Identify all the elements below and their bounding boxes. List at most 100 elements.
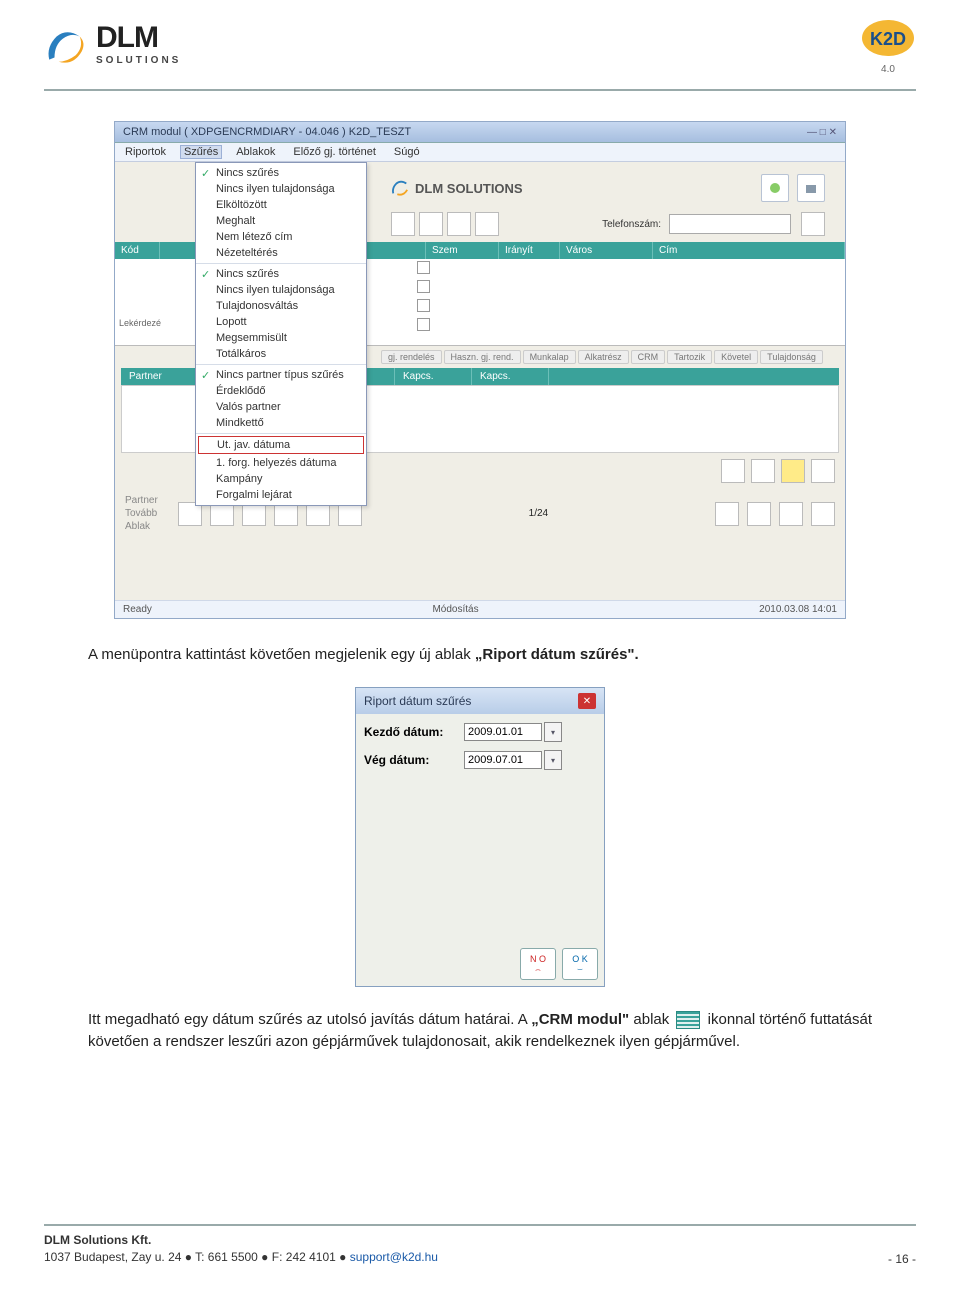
radio-tovabb[interactable]: Tovább xyxy=(125,508,158,519)
menu-ablakok[interactable]: Ablakok xyxy=(232,145,279,159)
dlm-inline-logo: DLM SOLUTIONS xyxy=(391,179,523,197)
menu-szures[interactable]: Szűrés xyxy=(180,145,222,159)
paragraph-2: Itt megadható egy dátum szűrés az utolsó… xyxy=(88,1009,872,1053)
gh-varos: Város xyxy=(560,242,653,259)
tab-kovetel[interactable]: Követel xyxy=(714,350,758,364)
grid-check-1[interactable] xyxy=(417,261,430,274)
page-header: DLM SOLUTIONS K2D 4.0 xyxy=(44,18,916,83)
dd-elkoltozott[interactable]: Elköltözött xyxy=(196,197,366,213)
page-footer: DLM Solutions Kft. 1037 Budapest, Zay u.… xyxy=(44,1224,916,1266)
strip-ico-1[interactable] xyxy=(721,459,745,483)
grid-check-4[interactable] xyxy=(417,318,430,331)
pager: 1/24 xyxy=(529,508,548,519)
dialog-title: Riport dátum szűrés xyxy=(364,694,471,708)
dlm-inline-text: DLM SOLUTIONS xyxy=(415,181,523,196)
para2-c: ablak xyxy=(629,1011,673,1028)
tab-hasznrend[interactable]: Haszn. gj. rend. xyxy=(444,350,521,364)
dd-nezetelt[interactable]: Nézeteltérés xyxy=(196,245,366,261)
dd-nincs-ilyen-2[interactable]: Nincs ilyen tulajdonsága xyxy=(196,282,366,298)
grid-check-3[interactable] xyxy=(417,299,430,312)
strip-ico-4[interactable] xyxy=(811,459,835,483)
bulb-icon[interactable] xyxy=(781,459,805,483)
gh-cim: Cím xyxy=(653,242,845,259)
dlm-inline-mark-icon xyxy=(391,179,409,197)
dd-tulajdonos[interactable]: Tulajdonosváltás xyxy=(196,298,366,314)
svg-text:K2D: K2D xyxy=(870,29,906,49)
strip-ico-2[interactable] xyxy=(751,459,775,483)
dd-erdeklodo[interactable]: Érdeklődő xyxy=(196,383,366,399)
window-title: CRM modul ( XDPGENCRMDIARY - 04.046 ) K2… xyxy=(123,126,411,138)
tb-ico-3[interactable] xyxy=(447,212,471,236)
dd-nincs-szures-2[interactable]: Nincs szűrés xyxy=(196,266,366,282)
toolbar-btn-2[interactable] xyxy=(797,174,825,202)
para1-b: „Riport dátum szűrés". xyxy=(475,646,639,663)
tel-input[interactable] xyxy=(669,214,791,234)
logo-k2d: K2D 4.0 xyxy=(860,18,916,75)
tb-ico-1[interactable] xyxy=(391,212,415,236)
tb-ico-2[interactable] xyxy=(419,212,443,236)
close-icon[interactable]: ✕ xyxy=(578,693,596,709)
szures-dropdown: Nincs szűrés Nincs ilyen tulajdonsága El… xyxy=(195,162,367,506)
para2-a: Itt megadható egy dátum szűrés az utolsó… xyxy=(88,1011,531,1028)
dd-nincs-ilyen-1[interactable]: Nincs ilyen tulajdonsága xyxy=(196,181,366,197)
foot-print-icon[interactable] xyxy=(779,502,803,526)
dd-kampany[interactable]: Kampány xyxy=(196,471,366,487)
logo-company: DLM xyxy=(96,25,181,51)
dd-mindketto[interactable]: Mindkettő xyxy=(196,415,366,431)
tab-tartozik[interactable]: Tartozik xyxy=(667,350,712,364)
dd-forg-lejarat[interactable]: Forgalmi lejárat xyxy=(196,487,366,503)
radio-partner[interactable]: Partner xyxy=(125,495,158,506)
menu-riportok[interactable]: Riportok xyxy=(121,145,170,159)
print-icon[interactable] xyxy=(801,212,825,236)
crm-window: CRM modul ( XDPGENCRMDIARY - 04.046 ) K2… xyxy=(114,121,846,619)
foot-ico-10[interactable] xyxy=(811,502,835,526)
dd-megsemm[interactable]: Megsemmisült xyxy=(196,330,366,346)
tab-gjrend[interactable]: gj. rendelés xyxy=(381,350,442,364)
dd-nem-letezo[interactable]: Nem létező cím xyxy=(196,229,366,245)
footer-email: support@k2d.hu xyxy=(350,1250,438,1264)
gh-szem: Szem xyxy=(426,242,499,259)
date-filter-dialog: Riport dátum szűrés ✕ Kezdő dátum: ▾ Vég… xyxy=(355,687,605,987)
start-date-dropdown-icon[interactable]: ▾ xyxy=(544,722,562,742)
ok-button[interactable]: O K⌣ xyxy=(562,948,598,980)
start-date-input[interactable] xyxy=(464,723,542,741)
radio-ablak[interactable]: Ablak xyxy=(125,521,158,532)
foot-ico-7[interactable] xyxy=(715,502,739,526)
status-left: Ready xyxy=(123,604,152,615)
g2-k3: Kapcs. xyxy=(472,368,549,385)
tb-ico-4[interactable] xyxy=(475,212,499,236)
dd-lopott[interactable]: Lopott xyxy=(196,314,366,330)
tab-tulajd[interactable]: Tulajdonság xyxy=(760,350,823,364)
tab-munkalap[interactable]: Munkalap xyxy=(523,350,576,364)
k2d-version: 4.0 xyxy=(881,64,895,75)
g2-k2: Kapcs. xyxy=(395,368,472,385)
tel-label: Telefonszám: xyxy=(602,219,661,230)
lekerd-label: Lekérdezé xyxy=(119,318,161,328)
grid-check-2[interactable] xyxy=(417,280,430,293)
window-controls-icon[interactable]: — □ ✕ xyxy=(807,127,837,138)
window-title-bar: CRM modul ( XDPGENCRMDIARY - 04.046 ) K2… xyxy=(115,122,845,143)
footer-address: 1037 Budapest, Zay u. 24 ● T: 661 5500 ●… xyxy=(44,1250,350,1264)
tab-crm[interactable]: CRM xyxy=(631,350,666,364)
paragraph-1: A menüpontra kattintást követően megjele… xyxy=(88,645,872,665)
no-button[interactable]: N O⌢ xyxy=(520,948,556,980)
dd-meghalt[interactable]: Meghalt xyxy=(196,213,366,229)
dd-valos[interactable]: Valós partner xyxy=(196,399,366,415)
logo-company-sub: SOLUTIONS xyxy=(96,55,181,66)
dd-ut-jav[interactable]: Ut. jav. dátuma xyxy=(198,436,364,454)
end-date-input[interactable] xyxy=(464,751,542,769)
menu-bar: Riportok Szűrés Ablakok Előző gj. történ… xyxy=(115,143,845,162)
toolbar-btn-1[interactable] xyxy=(761,174,789,202)
footer-company: DLM Solutions Kft. xyxy=(44,1233,151,1247)
foot-ico-8[interactable] xyxy=(747,502,771,526)
end-date-dropdown-icon[interactable]: ▾ xyxy=(544,750,562,770)
end-date-label: Vég dátum: xyxy=(364,753,464,767)
menu-sugo[interactable]: Súgó xyxy=(390,145,424,159)
tab-alkatresz[interactable]: Alkatrész xyxy=(578,350,629,364)
dd-totalkaros[interactable]: Totálkáros xyxy=(196,346,366,362)
dd-forg-hely[interactable]: 1. forg. helyezés dátuma xyxy=(196,455,366,471)
dlm-logo-mark-icon xyxy=(44,26,86,68)
dd-nincs-szures-1[interactable]: Nincs szűrés xyxy=(196,165,366,181)
dd-nincs-partner[interactable]: Nincs partner típus szűrés xyxy=(196,367,366,383)
menu-elozo[interactable]: Előző gj. történet xyxy=(289,145,380,159)
